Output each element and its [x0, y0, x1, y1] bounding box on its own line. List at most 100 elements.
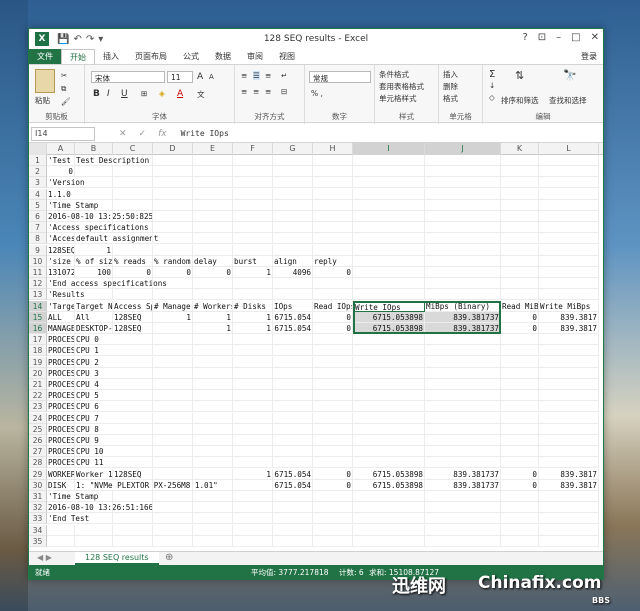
cell-h6[interactable]: [313, 211, 353, 222]
minimize-icon[interactable]: –: [556, 32, 561, 43]
cell-j11[interactable]: [425, 267, 501, 278]
cell-a34[interactable]: [47, 524, 75, 536]
cell-j13[interactable]: [425, 289, 501, 301]
row-header-25[interactable]: 25: [29, 423, 47, 435]
formula-input[interactable]: Write IOps: [181, 129, 229, 138]
fill-icon[interactable]: ↓: [489, 81, 495, 90]
cell-l32[interactable]: [539, 502, 599, 514]
cell-f8[interactable]: [233, 233, 273, 245]
copy-icon[interactable]: ⧉: [61, 84, 66, 94]
cell-g16[interactable]: 6715.054: [273, 323, 313, 334]
cell-l9[interactable]: [539, 244, 599, 256]
cell-c20[interactable]: [113, 367, 153, 379]
cell-h35[interactable]: [313, 535, 353, 547]
cell-i24[interactable]: [353, 412, 425, 424]
row-header-18[interactable]: 18: [29, 345, 47, 357]
cell-j31[interactable]: [425, 491, 501, 502]
cell-h20[interactable]: [313, 367, 353, 379]
cell-d28[interactable]: [153, 457, 193, 469]
cell-f32[interactable]: [233, 502, 273, 514]
cell-h29[interactable]: 0: [313, 468, 353, 480]
cell-h26[interactable]: [313, 435, 353, 446]
cancel-icon[interactable]: ✕: [119, 129, 127, 139]
cell-b13[interactable]: [75, 289, 113, 301]
cell-k32[interactable]: [501, 502, 539, 514]
cell-a20[interactable]: PROCESSOR: [47, 367, 75, 379]
cell-h19[interactable]: [313, 356, 353, 368]
cell-i6[interactable]: [353, 211, 425, 222]
cell-h14[interactable]: Read IOps: [313, 300, 353, 312]
cell-d16[interactable]: [153, 323, 193, 334]
cell-l20[interactable]: [539, 367, 599, 379]
cell-l35[interactable]: [539, 535, 599, 547]
cell-i29[interactable]: 6715.053898: [353, 468, 425, 480]
cell-f25[interactable]: [233, 423, 273, 435]
cell-c3[interactable]: [113, 177, 153, 189]
cell-a1[interactable]: 'Test Typ: [47, 155, 75, 166]
cell-l34[interactable]: [539, 524, 599, 536]
cell-d11[interactable]: 0: [153, 267, 193, 278]
cell-b11[interactable]: 100: [75, 267, 113, 278]
cell-h21[interactable]: [313, 379, 353, 390]
cell-f31[interactable]: [233, 491, 273, 502]
align-right-icon[interactable]: ≡: [265, 87, 271, 96]
cell-f2[interactable]: [233, 166, 273, 178]
cell-a29[interactable]: WORKER: [47, 468, 75, 480]
column-header-b[interactable]: B: [75, 143, 113, 155]
help-icon[interactable]: ?: [522, 32, 527, 43]
cell-e33[interactable]: [193, 513, 233, 525]
cell-i2[interactable]: [353, 166, 425, 178]
undo-icon[interactable]: ↶: [73, 34, 81, 45]
cell-l2[interactable]: [539, 166, 599, 178]
cell-a11[interactable]: 131072: [47, 267, 75, 278]
cell-b10[interactable]: % of size: [75, 255, 113, 267]
cell-j9[interactable]: [425, 244, 501, 256]
cell-g22[interactable]: [273, 390, 313, 402]
cell-i33[interactable]: [353, 513, 425, 525]
cell-d35[interactable]: [153, 535, 193, 547]
cell-e23[interactable]: [193, 401, 233, 413]
cell-i7[interactable]: [353, 222, 425, 234]
cell-e19[interactable]: [193, 356, 233, 368]
cell-c32[interactable]: [113, 502, 153, 514]
cell-i11[interactable]: [353, 267, 425, 278]
row-header-3[interactable]: 3: [29, 177, 47, 189]
cell-f29[interactable]: 1: [233, 468, 273, 480]
cell-d24[interactable]: [153, 412, 193, 424]
cell-h15[interactable]: 0: [313, 311, 353, 323]
cell-i12[interactable]: [353, 278, 425, 290]
cell-f1[interactable]: [233, 155, 273, 166]
cell-k33[interactable]: [501, 513, 539, 525]
cell-e32[interactable]: [193, 502, 233, 514]
cell-l29[interactable]: 839.3817: [539, 468, 599, 480]
redo-icon[interactable]: ↷: [86, 34, 94, 45]
row-header-2[interactable]: 2: [29, 166, 47, 178]
cell-i20[interactable]: [353, 367, 425, 379]
column-header-a[interactable]: A: [47, 143, 75, 155]
cell-i15[interactable]: 6715.053898: [353, 311, 425, 323]
row-header-22[interactable]: 22: [29, 390, 47, 402]
cell-h18[interactable]: [313, 345, 353, 357]
cell-c27[interactable]: [113, 446, 153, 458]
cell-i28[interactable]: [353, 457, 425, 469]
cell-h3[interactable]: [313, 177, 353, 189]
sheet-nav-icon[interactable]: ◀ ▶: [37, 553, 52, 562]
cell-f34[interactable]: [233, 524, 273, 536]
cell-c33[interactable]: [113, 513, 153, 525]
cell-c30[interactable]: [113, 479, 153, 491]
cell-d10[interactable]: % random: [153, 255, 193, 267]
cut-icon[interactable]: ✂: [61, 71, 67, 80]
cell-f10[interactable]: burst: [233, 255, 273, 267]
cell-d3[interactable]: [153, 177, 193, 189]
row-header-29[interactable]: 29: [29, 468, 47, 480]
cell-j4[interactable]: [425, 188, 501, 200]
cell-g33[interactable]: [273, 513, 313, 525]
cell-l30[interactable]: 839.3817: [539, 479, 599, 491]
row-header-4[interactable]: 4: [29, 188, 47, 200]
cell-f5[interactable]: [233, 199, 273, 211]
cell-g14[interactable]: IOps: [273, 300, 313, 312]
table-format-button[interactable]: 套用表格格式: [379, 81, 424, 92]
cell-c16[interactable]: 128SEQ: [113, 323, 153, 334]
cell-h23[interactable]: [313, 401, 353, 413]
maximize-icon[interactable]: □: [571, 32, 580, 43]
